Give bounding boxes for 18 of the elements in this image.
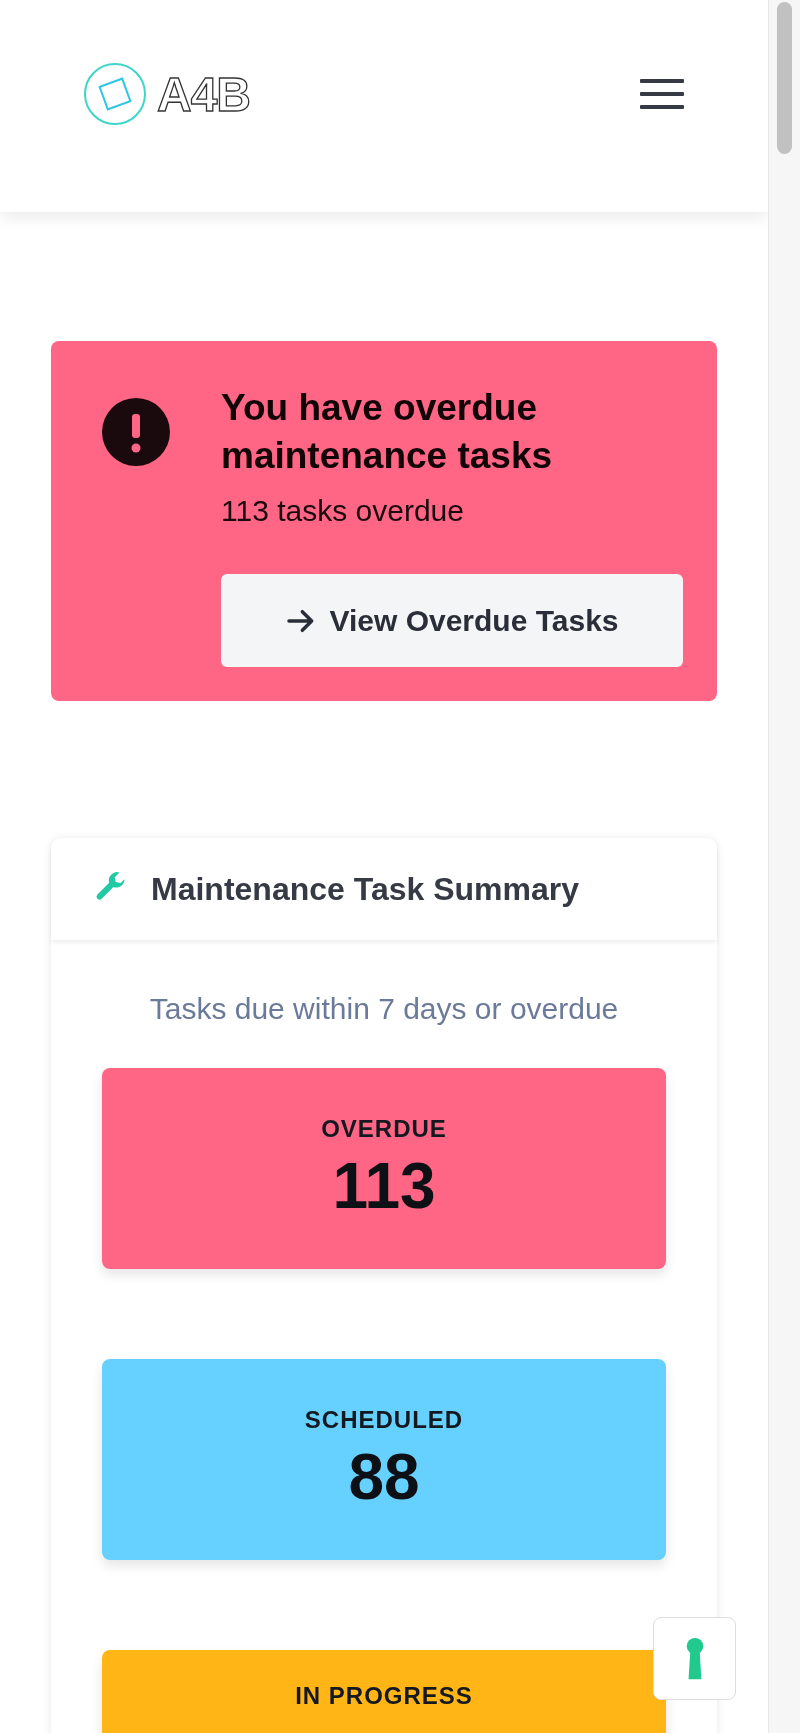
stat-label: OVERDUE [321,1114,447,1143]
card-title: Maintenance Task Summary [151,870,579,908]
card-subtitle: Tasks due within 7 days or overdue [148,992,620,1027]
overdue-count: 113 tasks overdue [221,494,465,529]
stat-label: SCHEDULED [304,1405,464,1434]
logo-text[interactable]: A4B [157,66,251,122]
alert-title: You have overdue maintenance tasks [221,386,554,479]
stat-label: IN PROGRESS [295,1682,473,1711]
stat-tile[interactable]: OVERDUE 113 [102,1068,666,1270]
view-overdue-button[interactable]: View Overdue Tasks [221,574,683,668]
stat-value: 88 [348,1439,420,1514]
stat-tile[interactable]: SCHEDULED 88 [102,1359,666,1561]
exclamation-icon [102,398,170,466]
menu-icon[interactable] [640,79,684,109]
keyhole-button[interactable] [653,1617,736,1700]
stat-value: 113 [332,1148,436,1223]
logo-icon [83,62,147,126]
stat-tile[interactable]: IN PROGRESS [102,1650,666,1733]
